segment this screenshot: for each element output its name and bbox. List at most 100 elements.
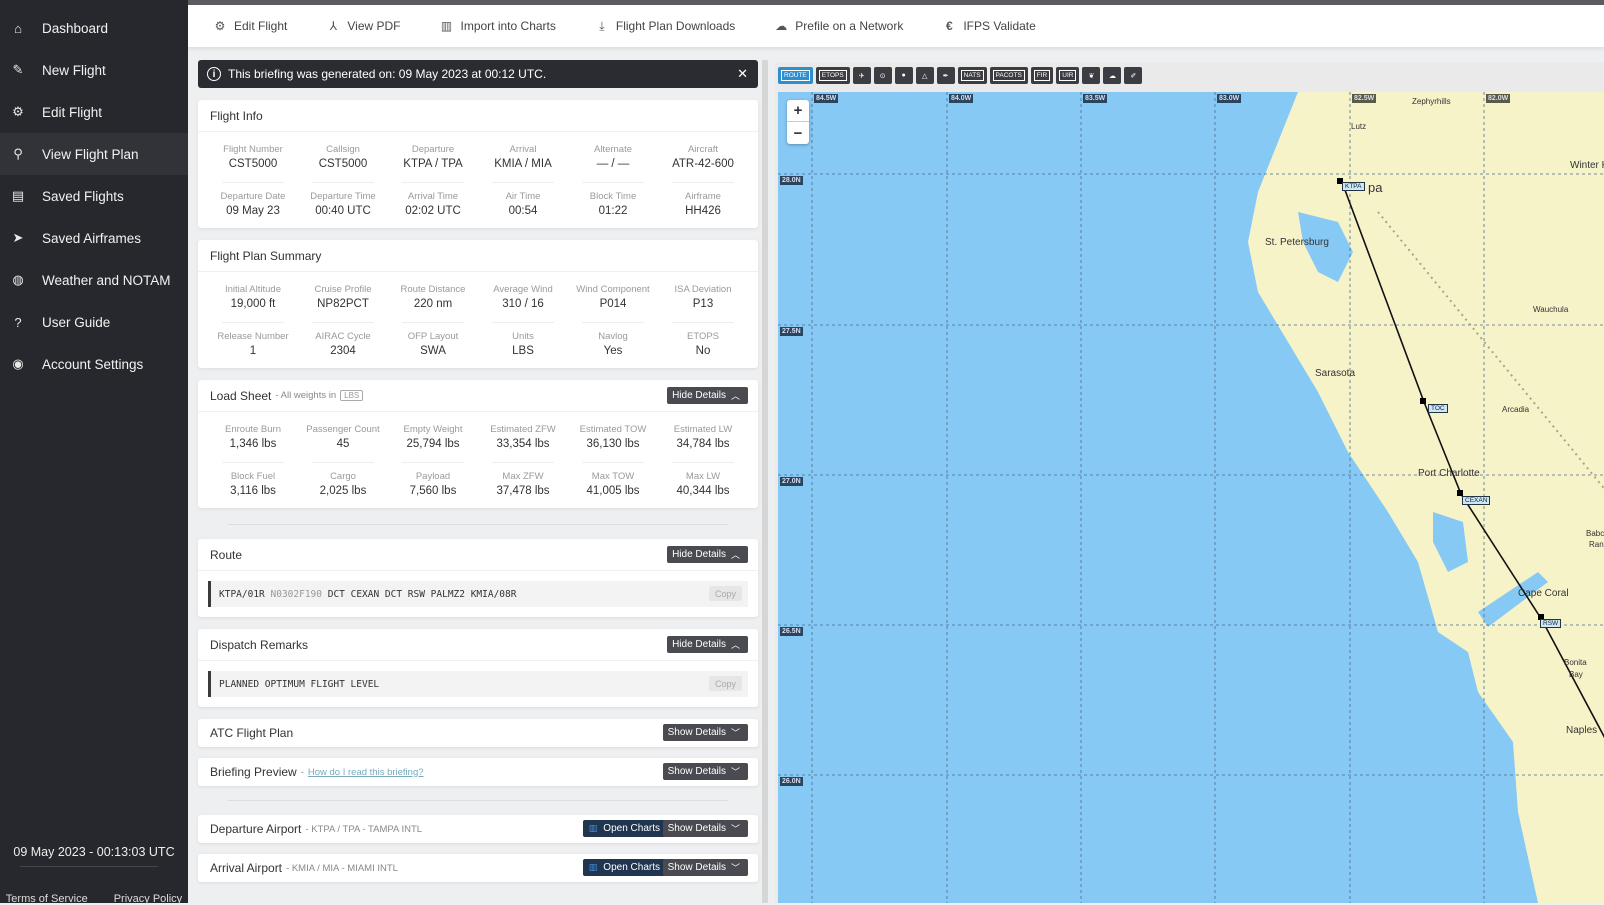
nats-layer-button[interactable]: NATS: [958, 67, 987, 84]
download-icon: ⤓: [596, 19, 608, 34]
triangle-icon[interactable]: △: [916, 67, 934, 84]
feather-icon[interactable]: ✒: [937, 67, 955, 84]
panel-resize-handle[interactable]: [762, 60, 768, 903]
info-cell: AircraftATR-42-600: [658, 136, 748, 183]
question-icon: ?: [10, 314, 26, 330]
gear-icon: ⚙: [10, 104, 26, 120]
city-label: Babcoc: [1586, 529, 1604, 538]
weight-cell: Estimated LW34,784 lbs: [658, 416, 748, 463]
lon-label: 84.5W: [814, 94, 838, 103]
sidebar-item-saved-airframes[interactable]: ➤Saved Airframes: [0, 217, 188, 259]
summary-cell: Wind ComponentP014: [568, 276, 658, 323]
summary-cell: Release Number1: [208, 323, 298, 370]
card-title: Flight Plan Summary: [210, 249, 321, 263]
lat-label: 28.0N: [780, 176, 803, 185]
sidebar-item-weather-notam[interactable]: ◍Weather and NOTAM: [0, 259, 188, 301]
sidebar-item-saved-flights[interactable]: ▤Saved Flights: [0, 175, 188, 217]
city-label: Wauchula: [1533, 305, 1568, 314]
departure-airport-card: Departure Airport - KTPA / TPA - TAMPA I…: [198, 815, 758, 843]
show-details-button[interactable]: Show Details﹀: [663, 763, 748, 780]
info-cell: Arrival Time02:02 UTC: [388, 183, 478, 230]
sidebar-item-user-guide[interactable]: ?User Guide: [0, 301, 188, 343]
show-details-button[interactable]: Show Details﹀: [663, 724, 748, 741]
lat-label: 27.5N: [780, 327, 803, 336]
lat-label: 26.0N: [780, 777, 803, 786]
lat-label: 27.0N: [780, 477, 803, 486]
vor-icon[interactable]: ⊙: [874, 67, 892, 84]
home-icon: ⌂: [10, 20, 26, 36]
route-layer-button[interactable]: ROUTE: [778, 67, 813, 84]
zoom-out-button[interactable]: −: [787, 122, 809, 144]
uir-layer-button[interactable]: UIR: [1056, 67, 1079, 84]
info-cell: DepartureKTPA / TPA: [388, 136, 478, 183]
city-label: Sarasota: [1315, 368, 1355, 379]
leaf-icon[interactable]: ❦: [1082, 67, 1100, 84]
waypoint-label[interactable]: CEXAN: [1462, 496, 1490, 505]
summary-cell: ISA DeviationP13: [658, 276, 748, 323]
sidebar-item-view-flight-plan[interactable]: ⚲View Flight Plan: [0, 133, 188, 175]
fir-layer-button[interactable]: FIR: [1031, 67, 1053, 84]
copy-remarks-button[interactable]: Copy: [709, 676, 742, 691]
show-details-button[interactable]: Show Details﹀: [663, 859, 748, 876]
open-charts-button[interactable]: ▥Open Charts: [583, 820, 666, 837]
sidebar-divider: [20, 866, 158, 867]
waypoint-label[interactable]: KTPA: [1342, 182, 1365, 191]
show-details-button[interactable]: Show Details﹀: [663, 820, 748, 837]
sidebar-item-account-settings[interactable]: ◉Account Settings: [0, 343, 188, 385]
city-label: Lutz: [1351, 122, 1366, 131]
city-label: Cape Coral: [1518, 588, 1569, 599]
card-title: Departure Airport: [210, 822, 301, 836]
lon-label: 82.0W: [1486, 94, 1510, 103]
weight-cell: Enroute Burn1,346 lbs: [208, 416, 298, 463]
city-label: Naples: [1566, 725, 1597, 736]
user-circle-icon: ◉: [10, 356, 26, 372]
sidebar-item-new-flight[interactable]: ✎New Flight: [0, 49, 188, 91]
view-pdf-button[interactable]: ⅄View PDF: [327, 19, 400, 33]
copy-route-button[interactable]: Copy: [709, 586, 742, 601]
hide-details-button[interactable]: Hide Details︿: [667, 387, 748, 404]
euro-icon: €: [943, 19, 955, 33]
import-charts-button[interactable]: ▥Import into Charts: [441, 19, 556, 33]
privacy-link[interactable]: Privacy Policy: [114, 893, 182, 905]
flight-info-card: Flight Info Flight NumberCST5000 Callsig…: [198, 100, 758, 228]
waypoint-label[interactable]: TOC: [1428, 404, 1448, 413]
prefile-network-button[interactable]: ☁Prefile on a Network: [775, 19, 903, 33]
flight-plan-downloads-button[interactable]: ⤓Flight Plan Downloads: [596, 19, 735, 34]
route-map[interactable]: + − 84.5W 84.0W 83.5W 83.0W 82.5W 82.0W …: [778, 92, 1604, 903]
charts-icon: ▥: [589, 862, 598, 873]
info-cell: Departure Time00:40 UTC: [298, 183, 388, 230]
summary-cell: Route Distance220 nm: [388, 276, 478, 323]
zoom-in-button[interactable]: +: [787, 100, 809, 122]
info-cell: Departure Date09 May 23: [208, 183, 298, 230]
sidebar-item-edit-flight[interactable]: ⚙Edit Flight: [0, 91, 188, 133]
generated-alert: i This briefing was generated on: 09 May…: [198, 60, 758, 88]
city-label: St. Petersburg: [1265, 237, 1329, 248]
airways-icon[interactable]: ✈: [853, 67, 871, 84]
chevron-up-icon: ︿: [731, 389, 740, 402]
edit-flight-button[interactable]: ⚙Edit Flight: [214, 19, 287, 33]
sidebar-item-dashboard[interactable]: ⌂Dashboard: [0, 7, 188, 49]
etops-layer-button[interactable]: ETOPS: [816, 67, 850, 84]
close-icon[interactable]: ✕: [737, 66, 748, 82]
cloud-icon[interactable]: ☁: [1103, 67, 1121, 84]
briefing-help-link[interactable]: How do I read this briefing?: [308, 767, 424, 778]
city-label: Winter Ha: [1570, 160, 1604, 171]
map-panel: ROUTE ETOPS ✈ ⊙ ● △ ✒ NATS PACOTS FIR UI…: [775, 62, 1604, 903]
ifps-validate-button[interactable]: €IFPS Validate: [943, 19, 1035, 33]
card-title: Dispatch Remarks: [210, 638, 308, 652]
summary-cell: ETOPSNo: [658, 323, 748, 370]
chevron-down-icon: ﹀: [731, 861, 740, 874]
card-title: Flight Info: [210, 109, 263, 123]
utc-clock: 09 May 2023 - 00:13:03 UTC: [0, 845, 188, 859]
chevron-down-icon: ﹀: [731, 822, 740, 835]
open-charts-button[interactable]: ▥Open Charts: [583, 859, 666, 876]
terms-link[interactable]: Terms of Service: [6, 893, 88, 905]
pacots-layer-button[interactable]: PACOTS: [990, 67, 1028, 84]
weight-cell: Estimated TOW36,130 lbs: [568, 416, 658, 463]
city-label: Port Charlotte: [1418, 468, 1480, 479]
hide-details-button[interactable]: Hide Details︿: [667, 636, 748, 653]
weather-radar-icon[interactable]: ●: [895, 67, 913, 84]
waypoint-label[interactable]: RSW: [1540, 619, 1561, 628]
hide-details-button[interactable]: Hide Details︿: [667, 546, 748, 563]
pin-icon[interactable]: ✐: [1124, 67, 1142, 84]
